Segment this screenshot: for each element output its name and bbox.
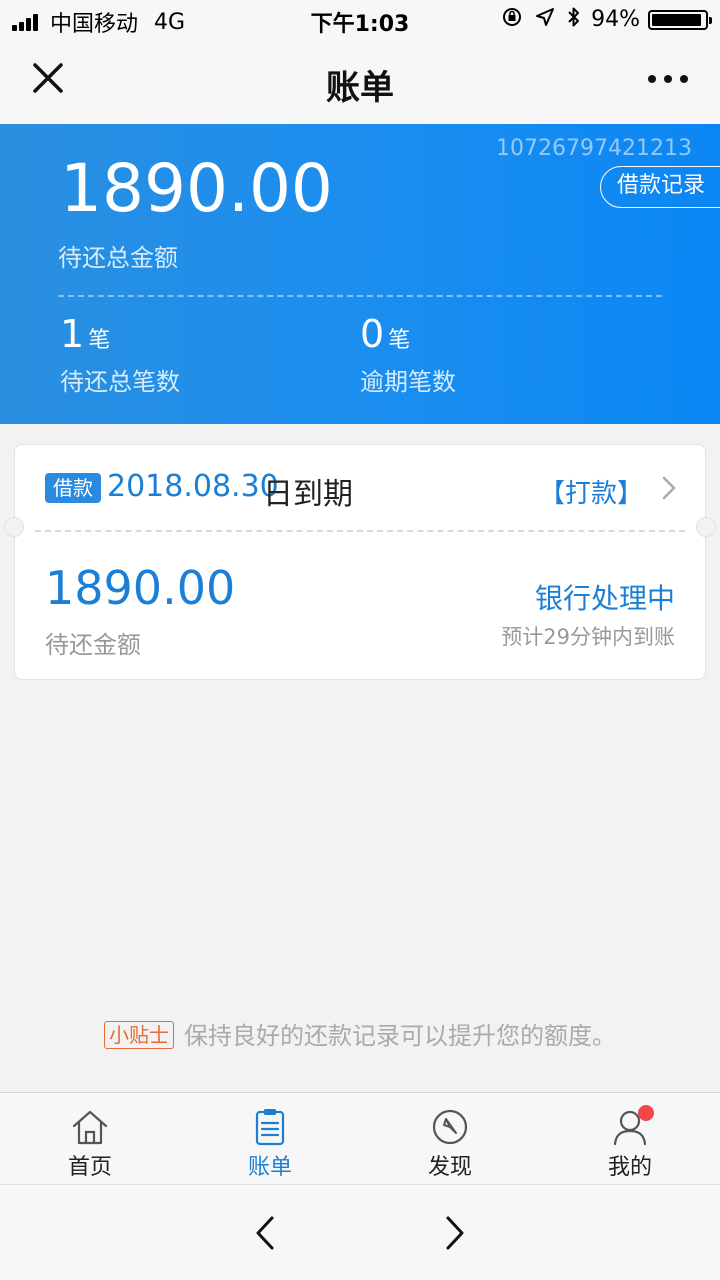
nav-bar: 账单 <box>0 40 720 124</box>
pay-link[interactable]: 【打款】 <box>539 473 643 510</box>
bill-status: 银行处理中 <box>534 582 675 615</box>
status-right: 94% <box>489 6 712 33</box>
summary-divider <box>58 295 662 297</box>
back-arrow-icon[interactable] <box>252 1215 280 1251</box>
location-icon <box>535 7 555 32</box>
tip-text: 保持良好的还款记录可以提升您的额度。 <box>184 1022 616 1050</box>
home-icon <box>70 1107 110 1147</box>
bill-card[interactable]: 借款 2018.08.30 日到期 【打款】 1890.00 待还金额 银行处理… <box>4 444 716 680</box>
tab-discover-label: 发现 <box>427 1155 472 1180</box>
orientation-lock-icon <box>501 6 523 33</box>
tab-mine-label: 我的 <box>607 1155 652 1180</box>
bill-summary: 10726797421213 借款记录 1890.00 待还总金额 1笔 待还总… <box>0 124 720 424</box>
pending-count-stat: 1笔 待还总笔数 <box>60 312 180 397</box>
status-bar: 中国移动 4G 下午1:03 94% <box>0 0 720 40</box>
chevron-right-icon[interactable] <box>659 475 679 501</box>
browser-toolbar <box>0 1184 720 1280</box>
tab-home-label: 首页 <box>67 1155 112 1180</box>
loan-id: 10726797421213 <box>496 136 692 161</box>
battery-icon <box>648 9 712 30</box>
total-due-amount: 1890.00 <box>60 150 333 227</box>
loan-tag: 借款 <box>45 473 101 503</box>
card-divider <box>35 530 685 532</box>
tab-bill[interactable]: 账单 <box>180 1093 360 1185</box>
tab-mine[interactable]: 我的 <box>540 1093 720 1185</box>
tab-discover[interactable]: 发现 <box>360 1093 540 1185</box>
page-title: 账单 <box>326 68 394 108</box>
pending-unit: 笔 <box>88 328 111 353</box>
tab-home[interactable]: 首页 <box>0 1093 180 1185</box>
pending-count: 1 <box>60 312 85 356</box>
tab-bill-label: 账单 <box>247 1155 292 1180</box>
overdue-count: 0 <box>360 312 385 356</box>
user-icon <box>610 1105 654 1147</box>
bill-eta: 预计29分钟内到账 <box>501 625 675 649</box>
notification-dot <box>638 1105 654 1121</box>
total-due-label: 待还总金额 <box>58 244 178 272</box>
compass-icon <box>430 1107 470 1147</box>
tip-row: 小贴士 保持良好的还款记录可以提升您的额度。 <box>0 1016 720 1051</box>
tab-bar: 首页 账单 发现 我的 <box>0 1092 720 1184</box>
overdue-unit: 笔 <box>388 328 411 353</box>
forward-arrow-icon[interactable] <box>440 1215 468 1251</box>
bill-icon <box>250 1107 290 1147</box>
overdue-count-stat: 0笔 逾期笔数 <box>360 312 456 397</box>
bluetooth-icon <box>567 6 581 33</box>
bill-amount: 1890.00 <box>45 561 236 615</box>
tip-badge: 小贴士 <box>104 1021 174 1049</box>
overdue-count-label: 逾期笔数 <box>360 368 456 396</box>
pending-count-label: 待还总笔数 <box>60 368 180 396</box>
more-icon[interactable] <box>646 62 690 96</box>
loan-records-button[interactable]: 借款记录 <box>600 166 720 208</box>
due-date: 2018.08.30 <box>107 469 279 504</box>
due-suffix: 日到期 <box>263 477 353 512</box>
battery-percent: 94% <box>591 7 640 32</box>
battery-fill <box>652 13 701 26</box>
bill-page: 中国移动 4G 下午1:03 94% 账单 10726797421213 借款记… <box>0 0 720 1280</box>
bill-amount-label: 待还金额 <box>45 631 141 659</box>
